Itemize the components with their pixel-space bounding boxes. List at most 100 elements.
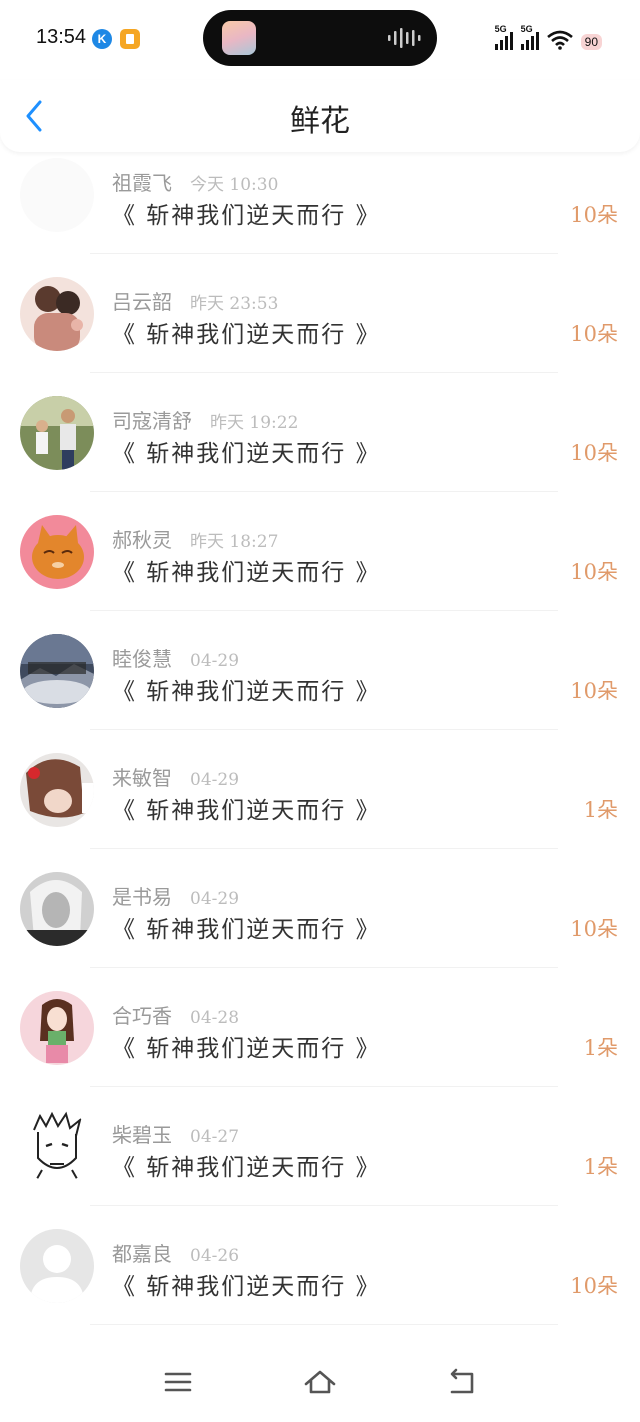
- flower-count: 10朵: [570, 679, 618, 703]
- system-icons: 5G 5G 90: [494, 24, 602, 50]
- item-date: 04-29: [190, 770, 240, 790]
- flower-count: 10朵: [570, 441, 618, 465]
- item-date: 04-28: [190, 1008, 240, 1028]
- name-line: 睦俊慧 04-29: [112, 643, 239, 672]
- user-name: 祖霞飞: [112, 171, 172, 195]
- flower-count: 1朵: [583, 798, 618, 822]
- item-date: 昨天 19:22: [210, 413, 299, 433]
- avatar: [20, 1229, 94, 1303]
- avatar: [20, 277, 94, 351]
- wifi-icon: [546, 30, 573, 50]
- divider: [90, 253, 558, 254]
- return-icon[interactable]: [444, 1364, 480, 1400]
- flower-count: 10朵: [570, 560, 618, 584]
- flower-count: 10朵: [570, 322, 618, 346]
- list-item[interactable]: 吕云韶 昨天 23:53 《 斩神我们逆天而行 》 10朵: [0, 269, 640, 388]
- book-title: 《 斩神我们逆天而行 》: [112, 1274, 381, 1300]
- network-label: 5G: [494, 24, 507, 34]
- page-title: 鲜花: [290, 104, 350, 139]
- book-title: 《 斩神我们逆天而行 》: [112, 1155, 381, 1181]
- divider: [90, 1086, 558, 1087]
- avatar: [20, 158, 94, 232]
- divider: [90, 848, 558, 849]
- item-date: 04-29: [190, 889, 240, 909]
- system-nav-bar: [0, 1342, 640, 1422]
- divider: [90, 491, 558, 492]
- book-title: 《 斩神我们逆天而行 》: [112, 203, 381, 229]
- nav-bar: 鲜花: [0, 80, 640, 152]
- book-title: 《 斩神我们逆天而行 》: [112, 679, 381, 705]
- book-title: 《 斩神我们逆天而行 》: [112, 917, 381, 943]
- audio-wave-icon: [388, 28, 421, 48]
- flower-count: 10朵: [570, 917, 618, 941]
- list-item[interactable]: 睦俊慧 04-29 《 斩神我们逆天而行 》 10朵: [0, 626, 640, 745]
- name-line: 柴碧玉 04-27: [112, 1119, 239, 1148]
- book-title: 《 斩神我们逆天而行 》: [112, 798, 381, 824]
- list-item[interactable]: 柴碧玉 04-27 《 斩神我们逆天而行 》 1朵: [0, 1102, 640, 1221]
- user-name: 司寇清舒: [112, 409, 192, 433]
- name-line: 来敏智 04-29: [112, 762, 239, 791]
- avatar: [20, 515, 94, 589]
- menu-icon[interactable]: [160, 1364, 196, 1400]
- book-title: 《 斩神我们逆天而行 》: [112, 560, 381, 586]
- network-label: 5G: [520, 24, 533, 34]
- home-icon[interactable]: [302, 1364, 338, 1400]
- status-time: 13:54: [36, 26, 87, 48]
- divider: [90, 1324, 558, 1325]
- kugou-app-icon: K: [92, 29, 112, 49]
- book-title: 《 斩神我们逆天而行 》: [112, 1036, 381, 1062]
- name-line: 是书易 04-29: [112, 881, 239, 910]
- avatar: [20, 396, 94, 470]
- divider: [90, 729, 558, 730]
- notes-app-icon: [120, 29, 140, 49]
- user-name: 合巧香: [112, 1004, 172, 1028]
- item-date: 04-27: [190, 1127, 240, 1147]
- name-line: 吕云韶 昨天 23:53: [112, 286, 278, 315]
- item-date: 04-26: [190, 1246, 240, 1266]
- flower-count: 1朵: [583, 1155, 618, 1179]
- user-name: 柴碧玉: [112, 1123, 172, 1147]
- book-title: 《 斩神我们逆天而行 》: [112, 441, 381, 467]
- list-item[interactable]: 祖霞飞 今天 10:30 《 斩神我们逆天而行 》 10朵: [0, 150, 640, 269]
- item-date: 昨天 18:27: [190, 532, 279, 552]
- divider: [90, 967, 558, 968]
- list-item[interactable]: 司寇清舒 昨天 19:22 《 斩神我们逆天而行 》 10朵: [0, 388, 640, 507]
- list-item[interactable]: 是书易 04-29 《 斩神我们逆天而行 》 10朵: [0, 864, 640, 983]
- user-name: 是书易: [112, 885, 172, 909]
- signal-icon: 5G: [520, 24, 539, 50]
- status-bar: 13:54 K 5G 5G 90: [0, 0, 640, 80]
- item-date: 昨天 23:53: [190, 294, 279, 314]
- avatar: [20, 634, 94, 708]
- name-line: 合巧香 04-28: [112, 1000, 239, 1029]
- dynamic-island[interactable]: [203, 10, 437, 66]
- name-line: 司寇清舒 昨天 19:22: [112, 405, 298, 434]
- list-item[interactable]: 来敏智 04-29 《 斩神我们逆天而行 》 1朵: [0, 745, 640, 864]
- flower-count: 10朵: [570, 1274, 618, 1298]
- user-name: 郝秋灵: [112, 528, 172, 552]
- name-line: 郝秋灵 昨天 18:27: [112, 524, 278, 553]
- avatar: [20, 753, 94, 827]
- name-line: 都嘉良 04-26: [112, 1238, 239, 1267]
- flower-count: 10朵: [570, 203, 618, 227]
- item-date: 今天 10:30: [190, 175, 279, 195]
- signal-icon: 5G: [494, 24, 513, 50]
- name-line: 祖霞飞 今天 10:30: [112, 167, 278, 196]
- book-title: 《 斩神我们逆天而行 》: [112, 322, 381, 348]
- list-item[interactable]: 郝秋灵 昨天 18:27 《 斩神我们逆天而行 》 10朵: [0, 507, 640, 626]
- avatar: [20, 991, 94, 1065]
- list-item[interactable]: 合巧香 04-28 《 斩神我们逆天而行 》 1朵: [0, 983, 640, 1102]
- user-name: 来敏智: [112, 766, 172, 790]
- media-thumbnail: [222, 21, 256, 55]
- user-name: 吕云韶: [112, 290, 172, 314]
- flower-count: 1朵: [583, 1036, 618, 1060]
- divider: [90, 372, 558, 373]
- user-name: 都嘉良: [112, 1242, 172, 1266]
- divider: [90, 610, 558, 611]
- divider: [90, 1205, 558, 1206]
- battery-icon: 90: [580, 34, 602, 50]
- list-item[interactable]: 都嘉良 04-26 《 斩神我们逆天而行 》 10朵: [0, 1221, 640, 1340]
- avatar: [20, 1110, 94, 1184]
- user-name: 睦俊慧: [112, 647, 172, 671]
- item-date: 04-29: [190, 651, 240, 671]
- avatar: [20, 872, 94, 946]
